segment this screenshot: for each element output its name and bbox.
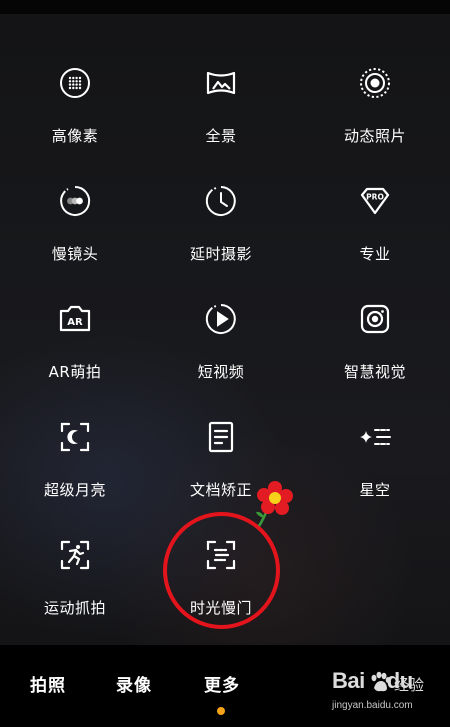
high-pixel-icon bbox=[58, 66, 92, 100]
timelapse-icon bbox=[204, 184, 238, 218]
svg-text:PRO: PRO bbox=[366, 193, 384, 202]
paw-icon bbox=[371, 671, 391, 692]
live-photo-icon bbox=[358, 66, 392, 100]
mode-label: 动态照片 bbox=[343, 127, 406, 145]
super-moon-icon bbox=[58, 420, 92, 454]
pro-icon: PRO bbox=[358, 184, 392, 218]
tab-photo[interactable]: 拍照 bbox=[30, 671, 66, 696]
panorama-icon bbox=[204, 66, 238, 100]
active-tab-indicator bbox=[217, 707, 225, 715]
svg-text:AR: AR bbox=[67, 317, 83, 328]
status-bar bbox=[0, 0, 450, 14]
smart-vision-icon bbox=[358, 302, 392, 336]
mode-label: 星空 bbox=[359, 481, 391, 499]
starry-sky-icon bbox=[358, 420, 392, 454]
mode-high-pixel[interactable]: 高像素 bbox=[0, 29, 150, 147]
mode-label: 慢镜头 bbox=[51, 245, 99, 263]
short-video-icon bbox=[204, 302, 238, 336]
mode-label: 运动抓拍 bbox=[43, 599, 106, 617]
ar-icon: AR bbox=[58, 302, 92, 336]
mode-label: AR萌拍 bbox=[48, 363, 102, 381]
sport-capture-icon bbox=[58, 538, 92, 572]
highlight-circle bbox=[163, 512, 280, 629]
tab-more[interactable]: 更多 bbox=[204, 671, 240, 696]
watermark-url: jingyan.baidu.com bbox=[332, 700, 413, 711]
baidu-jingyan-watermark: Bai du 经验 jingyan.baidu.com bbox=[332, 668, 450, 727]
mode-label: 全景 bbox=[205, 127, 237, 145]
mode-smart-vision[interactable]: 智慧视觉 bbox=[300, 265, 450, 383]
mode-panorama[interactable]: 全景 bbox=[146, 29, 296, 147]
watermark-text: 经验 bbox=[394, 676, 425, 694]
mode-super-moon[interactable]: 超级月亮 bbox=[0, 383, 150, 501]
mode-label: 智慧视觉 bbox=[343, 363, 406, 381]
mode-live-photo[interactable]: 动态照片 bbox=[300, 29, 450, 147]
tab-video[interactable]: 录像 bbox=[116, 671, 152, 696]
mode-timelapse[interactable]: 延时摄影 bbox=[146, 147, 296, 265]
mode-sport-capture[interactable]: 运动抓拍 bbox=[0, 501, 150, 619]
mode-pro[interactable]: PRO 专业 bbox=[300, 147, 450, 265]
document-icon bbox=[204, 420, 238, 454]
mode-label: 延时摄影 bbox=[189, 245, 252, 263]
mode-starry-sky[interactable]: 星空 bbox=[300, 383, 450, 501]
mode-label: 短视频 bbox=[197, 363, 245, 381]
mode-short-video[interactable]: 短视频 bbox=[146, 265, 296, 383]
flower-icon bbox=[256, 481, 293, 527]
slow-motion-icon bbox=[58, 184, 92, 218]
mode-slow-motion[interactable]: 慢镜头 bbox=[0, 147, 150, 265]
mode-ar[interactable]: AR AR萌拍 bbox=[0, 265, 150, 383]
mode-label: 超级月亮 bbox=[43, 481, 106, 499]
mode-label: 高像素 bbox=[51, 127, 99, 145]
mode-label: 专业 bbox=[359, 245, 391, 263]
